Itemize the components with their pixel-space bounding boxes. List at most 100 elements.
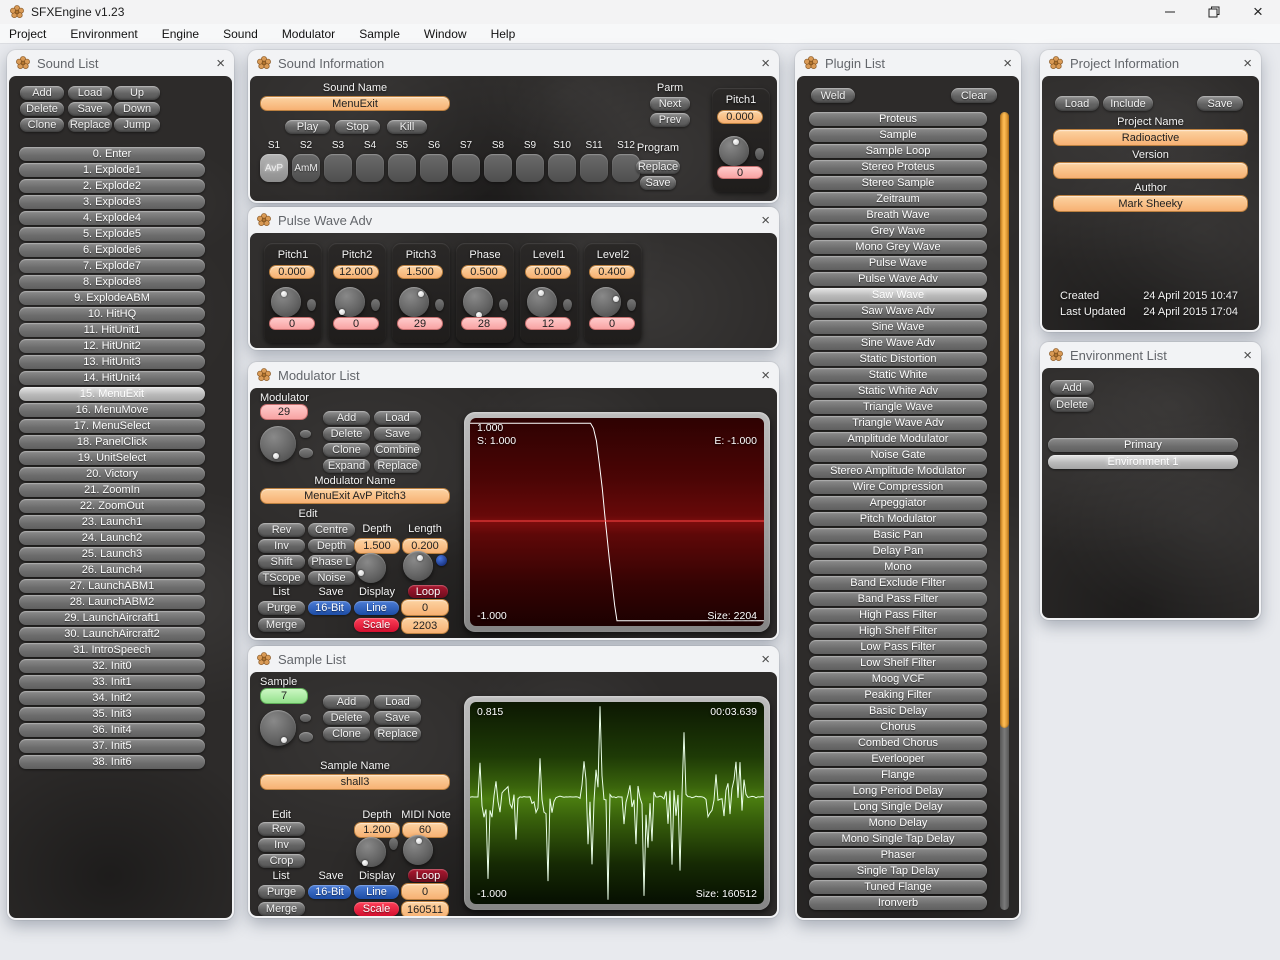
- sample-delete-button[interactable]: Delete: [323, 711, 370, 725]
- plugin-list-item[interactable]: Mono Single Tap Delay: [809, 832, 987, 846]
- plugin-list-item[interactable]: Proteus: [809, 112, 987, 126]
- plugin-list-item[interactable]: High Pass Filter: [809, 608, 987, 622]
- modulator-add-button[interactable]: Add: [323, 411, 370, 425]
- menu-window[interactable]: Window: [424, 27, 467, 41]
- plugin-list-item[interactable]: Arpeggiator: [809, 496, 987, 510]
- sound-list-item[interactable]: 22. ZoomOut: [19, 499, 205, 513]
- bits-toggle[interactable]: 16-Bit: [308, 601, 351, 615]
- plugin-list-item[interactable]: Everlooper: [809, 752, 987, 766]
- modulator-expand-button[interactable]: Expand: [323, 459, 370, 473]
- weld-button[interactable]: Weld: [811, 88, 855, 103]
- pulse-pitch3-tear-button[interactable]: [435, 299, 444, 311]
- midi-note-knob[interactable]: [403, 835, 433, 865]
- parm-next-button[interactable]: Next: [650, 97, 690, 111]
- sound-list-item[interactable]: 15. MenuExit: [19, 387, 205, 401]
- environment-item[interactable]: Primary: [1048, 438, 1238, 452]
- sound-list-item[interactable]: 20. Victory: [19, 467, 205, 481]
- program-slot[interactable]: AvP: [260, 154, 288, 182]
- modulator-clone-button[interactable]: Clone: [323, 443, 370, 457]
- edit-phasel-button[interactable]: Phase L: [308, 555, 355, 569]
- clear-button[interactable]: Clear: [951, 88, 997, 103]
- sound-list-delete-button[interactable]: Delete: [20, 102, 64, 116]
- pulse-level2-tear-button[interactable]: [627, 299, 636, 311]
- plugin-list-item[interactable]: Triangle Wave Adv: [809, 416, 987, 430]
- edit-depth-button[interactable]: Depth: [308, 539, 355, 553]
- play-button[interactable]: Play: [285, 120, 330, 134]
- edit-inv-button[interactable]: Inv: [258, 539, 305, 553]
- modulator-list-header[interactable]: Modulator List ×: [248, 362, 779, 388]
- sound-list-item[interactable]: 38. Init6: [19, 755, 205, 769]
- sound-list-item[interactable]: 0. Enter: [19, 147, 205, 161]
- sound-list-item[interactable]: 18. PanelClick: [19, 435, 205, 449]
- program-slot[interactable]: [516, 154, 544, 182]
- environment-delete-button[interactable]: Delete: [1050, 397, 1094, 412]
- menu-help[interactable]: Help: [491, 27, 516, 41]
- loop-button[interactable]: Loop: [408, 585, 448, 598]
- edit-crop-button[interactable]: Crop: [258, 854, 305, 868]
- sound-list-item[interactable]: 10. HitHQ: [19, 307, 205, 321]
- menu-environment[interactable]: Environment: [70, 27, 137, 41]
- loop-start-field[interactable]: 0: [401, 883, 449, 900]
- plugin-list-item[interactable]: Stereo Proteus: [809, 160, 987, 174]
- pulse-phase-low-field[interactable]: 28: [461, 317, 507, 330]
- program-slot[interactable]: [420, 154, 448, 182]
- sound-name-field[interactable]: MenuExit: [260, 96, 450, 111]
- sound-list-item[interactable]: 17. MenuSelect: [19, 419, 205, 433]
- modulator-waveform-screen[interactable]: 1.000 S: 1.000 E: -1.000 -1.000 Size: 22…: [470, 418, 764, 626]
- environment-item[interactable]: Environment 1: [1048, 455, 1238, 469]
- sound-list-item[interactable]: 33. Init1: [19, 675, 205, 689]
- pitch1-knob[interactable]: [719, 136, 749, 166]
- edit-noise-button[interactable]: Noise: [308, 571, 355, 585]
- sound-list-item[interactable]: 28. LaunchABM2: [19, 595, 205, 609]
- menu-sound[interactable]: Sound: [223, 27, 258, 41]
- depth-field[interactable]: 1.200: [354, 822, 400, 838]
- menu-sample[interactable]: Sample: [359, 27, 400, 41]
- plugin-list-item[interactable]: Sample Loop: [809, 144, 987, 158]
- plugin-list-item[interactable]: Single Tap Delay: [809, 864, 987, 878]
- sound-list-item[interactable]: 14. HitUnit4: [19, 371, 205, 385]
- plugin-list-item[interactable]: Pulse Wave: [809, 256, 987, 270]
- plugin-list-item[interactable]: Band Exclude Filter: [809, 576, 987, 590]
- pulse-pitch3-low-field[interactable]: 29: [397, 317, 443, 330]
- modulator-combine-button[interactable]: Combine: [374, 443, 421, 457]
- sound-list-item[interactable]: 6. Explode6: [19, 243, 205, 257]
- close-icon[interactable]: ×: [761, 652, 770, 667]
- menu-modulator[interactable]: Modulator: [282, 27, 335, 41]
- edit-rev-button[interactable]: Rev: [258, 822, 305, 836]
- author-field[interactable]: Mark Sheeky: [1053, 195, 1248, 212]
- sound-list-save-button[interactable]: Save: [68, 102, 112, 116]
- plugin-list-item[interactable]: Amplitude Modulator: [809, 432, 987, 446]
- sound-list-item[interactable]: 29. LaunchAircraft1: [19, 611, 205, 625]
- plugin-list-item[interactable]: Grey Wave: [809, 224, 987, 238]
- plugin-list-item[interactable]: Static White: [809, 368, 987, 382]
- pulse-pitch1-tear-button[interactable]: [307, 299, 316, 311]
- plugin-list-item[interactable]: Long Period Delay: [809, 784, 987, 798]
- purge-button[interactable]: Purge: [258, 601, 305, 615]
- parm-prev-button[interactable]: Prev: [650, 113, 690, 127]
- pulse-pitch2-tear-button[interactable]: [371, 299, 380, 311]
- stop-button[interactable]: Stop: [335, 120, 380, 134]
- modulator-save-button[interactable]: Save: [374, 427, 421, 441]
- knob-nub-up[interactable]: [300, 430, 311, 438]
- pulse-level1-tear-button[interactable]: [563, 299, 572, 311]
- program-slot[interactable]: [452, 154, 480, 182]
- plugin-list-item[interactable]: Zeitraum: [809, 192, 987, 206]
- version-field[interactable]: [1053, 162, 1248, 179]
- modulator-index-knob[interactable]: [260, 426, 296, 462]
- plugin-list-item[interactable]: Noise Gate: [809, 448, 987, 462]
- close-icon[interactable]: ×: [761, 213, 770, 228]
- sound-list-item[interactable]: 36. Init4: [19, 723, 205, 737]
- modulator-replace-button[interactable]: Replace: [374, 459, 421, 473]
- plugin-list-item[interactable]: Saw Wave Adv: [809, 304, 987, 318]
- sound-list-jump-button[interactable]: Jump: [114, 118, 160, 132]
- sound-list-item[interactable]: 30. LaunchAircraft2: [19, 627, 205, 641]
- line-toggle[interactable]: Line: [354, 885, 399, 899]
- plugin-list-item[interactable]: Mono Delay: [809, 816, 987, 830]
- pulse-level2-knob[interactable]: [591, 287, 621, 317]
- sound-list-item[interactable]: 25. Launch3: [19, 547, 205, 561]
- sound-list-item[interactable]: 13. HitUnit3: [19, 355, 205, 369]
- plugin-list-item[interactable]: Pitch Modulator: [809, 512, 987, 526]
- close-icon[interactable]: ×: [1003, 56, 1012, 71]
- sound-list-add-button[interactable]: Add: [20, 86, 64, 100]
- pulse-level1-knob[interactable]: [527, 287, 557, 317]
